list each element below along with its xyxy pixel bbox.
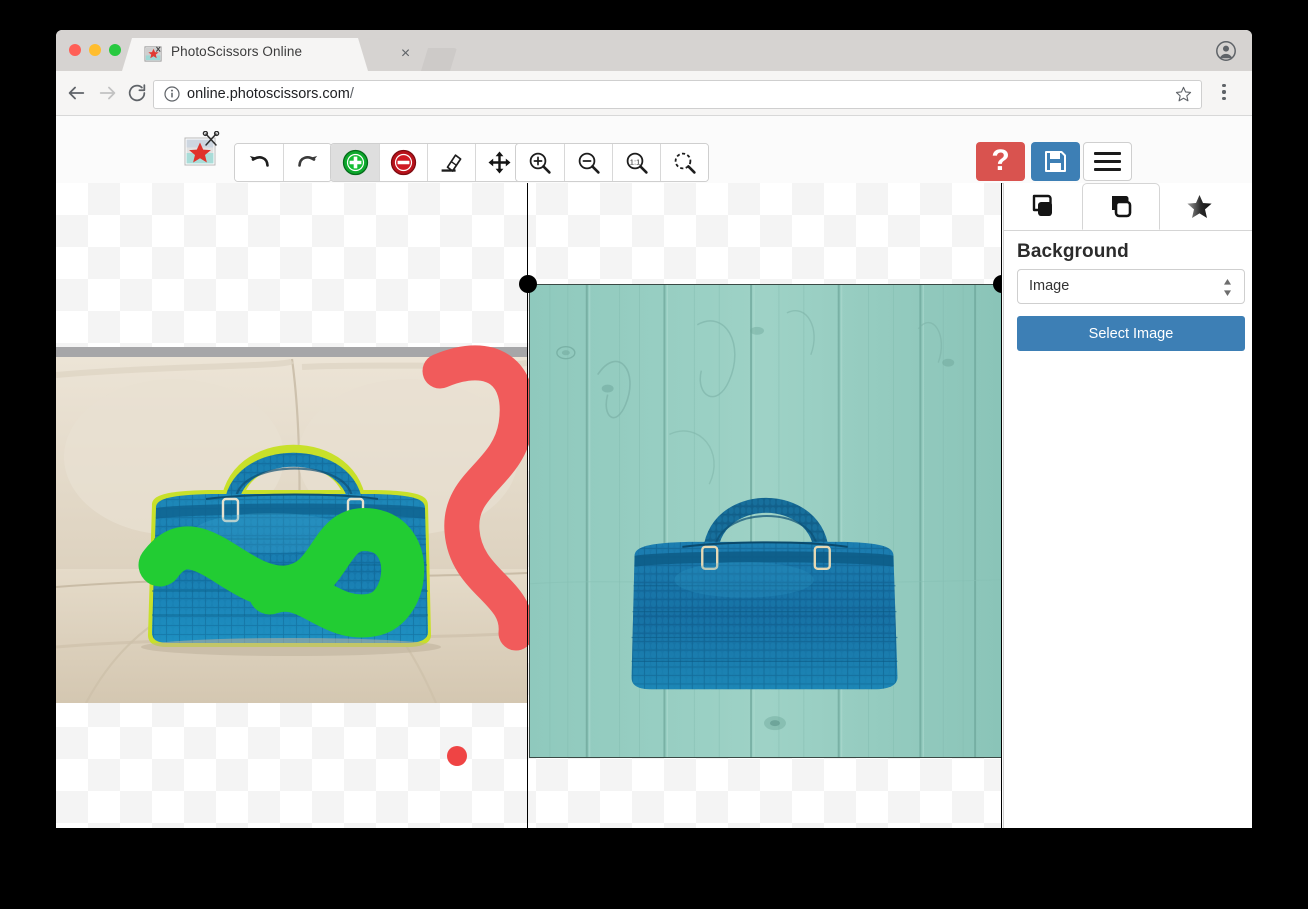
- magnifier-minus-icon: [576, 150, 602, 176]
- eraser-icon: [438, 149, 465, 176]
- zoom-in-button[interactable]: [516, 144, 564, 181]
- save-button[interactable]: [1031, 142, 1080, 181]
- browser-tab-strip: PhotoScissors Online ×: [56, 30, 1252, 71]
- select-image-button[interactable]: Select Image: [1017, 316, 1245, 351]
- reload-icon[interactable]: [126, 82, 148, 104]
- profile-avatar-icon[interactable]: [1216, 41, 1236, 61]
- undo-button[interactable]: [235, 144, 283, 181]
- browser-toolbar: online.photoscissors.com/: [56, 71, 1252, 116]
- tab-effects[interactable]: [1160, 183, 1238, 230]
- green-plus-circle-icon: [342, 149, 369, 176]
- handbag-on-sofa-photo: [56, 347, 527, 703]
- back-arrow-icon[interactable]: [65, 82, 87, 104]
- zoom-fit-button[interactable]: [660, 144, 708, 181]
- url-text: online.photoscissors.com: [187, 86, 350, 102]
- window-traffic-lights: [69, 44, 121, 56]
- close-window-button[interactable]: [69, 44, 81, 56]
- background-type-select[interactable]: Image: [1017, 269, 1245, 304]
- maximize-window-button[interactable]: [109, 44, 121, 56]
- app-toolbar: 1:1 ?: [56, 116, 1252, 184]
- redo-button[interactable]: [283, 144, 331, 181]
- history-button-group: [234, 143, 332, 182]
- move-arrows-icon: [486, 149, 513, 176]
- new-tab-button[interactable]: [421, 48, 457, 71]
- address-bar-url: online.photoscissors.com/: [187, 86, 354, 103]
- layers-outline-icon: [1107, 192, 1136, 221]
- sidebar-tab-bar: [1004, 183, 1252, 231]
- edit-tools-button-group: [330, 143, 524, 182]
- mark-foreground-button[interactable]: [331, 144, 379, 181]
- redo-arrow-icon: [295, 150, 321, 176]
- background-dot: [444, 743, 470, 769]
- page-title: Background: [1017, 241, 1129, 263]
- editor-canvas[interactable]: [56, 183, 1002, 828]
- tab-foreground[interactable]: [1004, 183, 1082, 230]
- magnifier-plus-icon: [527, 150, 553, 176]
- minimize-window-button[interactable]: [89, 44, 101, 56]
- mark-background-button[interactable]: [379, 144, 427, 181]
- zoom-actual-button[interactable]: 1:1: [612, 144, 660, 181]
- handbag-on-teal-wood-background: [530, 285, 1002, 757]
- star-icon: [1185, 192, 1214, 221]
- split-handle-left[interactable]: [519, 275, 537, 293]
- zoom-tools-button-group: 1:1: [515, 143, 709, 182]
- magnifier-1to1-icon: 1:1: [624, 150, 650, 176]
- info-circle-icon[interactable]: [164, 86, 180, 102]
- zoom-out-button[interactable]: [564, 144, 612, 181]
- browser-window: PhotoScissors Online × online.photosci: [56, 30, 1252, 828]
- preview-image[interactable]: [529, 284, 1002, 758]
- source-image[interactable]: [56, 347, 527, 703]
- eraser-button[interactable]: [427, 144, 475, 181]
- close-tab-button[interactable]: ×: [397, 45, 414, 62]
- layers-filled-icon: [1029, 192, 1058, 221]
- photoscissors-favicon: [144, 44, 163, 63]
- browser-tab-title: PhotoScissors Online: [171, 44, 302, 59]
- settings-sidebar: Background Image Select Image: [1003, 183, 1252, 828]
- forward-arrow-icon: [97, 82, 119, 104]
- svg-text:1:1: 1:1: [629, 157, 640, 166]
- help-button-label: ?: [991, 146, 1009, 176]
- help-button[interactable]: ?: [976, 142, 1025, 181]
- hamburger-menu-icon: [1094, 147, 1121, 176]
- magnifier-fit-icon: [672, 150, 698, 176]
- background-type-value: Image: [1029, 278, 1069, 294]
- tab-background[interactable]: [1082, 183, 1160, 230]
- red-minus-circle-icon: [390, 149, 417, 176]
- undo-arrow-icon: [246, 150, 272, 176]
- spinner-arrows-icon[interactable]: [1223, 278, 1232, 297]
- address-bar[interactable]: online.photoscissors.com/: [153, 80, 1202, 109]
- star-outline-icon[interactable]: [1175, 86, 1192, 103]
- floppy-disk-save-icon: [1043, 149, 1068, 174]
- photoscissors-logo[interactable]: [183, 131, 223, 168]
- three-dot-menu-icon[interactable]: [1216, 84, 1232, 102]
- url-slash: /: [350, 86, 354, 102]
- menu-button[interactable]: [1083, 142, 1132, 181]
